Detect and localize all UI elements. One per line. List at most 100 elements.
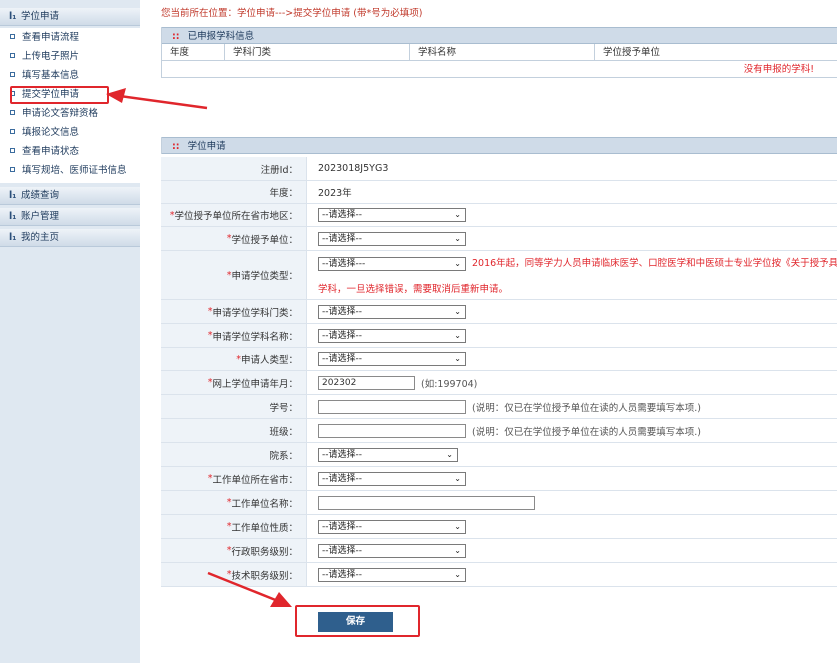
province-select[interactable]: --请选择-- ⌄ [318,208,466,222]
employer-name-input[interactable] [318,495,535,510]
degree-type-select[interactable]: --请选择--- ⌄ [318,257,466,271]
student-id-input[interactable] [318,399,466,414]
chevron-down-icon: ⌄ [454,259,461,268]
field-label: 院系： [161,443,307,466]
sidebar-item-defense-qualification[interactable]: 申请论文答辩资格 [10,106,98,121]
sidebar-group-grades[interactable]: l₁ 成绩查询 [0,187,140,205]
select-value: --请选择-- [322,233,362,244]
field-value: (说明：仅已在学位授予单位在读的人员需要填写本项.) [307,395,837,418]
field-label: * 工作单位所在省市： [161,467,307,490]
class-input[interactable] [318,423,466,438]
field-label-text: 工作单位名称： [231,498,298,510]
arrow-head-icon [270,592,292,607]
panel-title: :: 学位申请 [162,137,837,154]
bar-chart-icon: l₁ [9,190,17,201]
panel-title: :: 已申报学科信息 [162,27,837,44]
field-label: * 网上学位申请年月： [161,371,307,394]
field-value: --请选择-- ⌄ [307,539,837,562]
form-row: * 申请人类型： --请选择-- ⌄ [161,348,837,371]
sidebar-item-label: 填报论文信息 [22,127,80,138]
subject-category-select[interactable]: --请选择-- ⌄ [318,304,466,319]
square-bullet-icon [10,129,15,134]
application-form: 注册Id： 2023018J5YG3 年度： 2023年 * 学位授予单位所在省… [161,157,837,587]
form-row: * 技术职务级别： --请选择-- ⌄ [161,563,837,587]
sidebar-item-label: 申请论文答辩资格 [22,108,99,119]
bullet-icon: :: [172,141,180,152]
field-value: --请选择--- ⌄ 2016年起，同等学力人员申请临床医学、口腔医学和中医硕士专业… [307,251,837,299]
field-label-text: 行政职务级别： [231,546,298,558]
field-label-text: 班级： [269,426,298,438]
grantor-select[interactable]: --请选择-- ⌄ [318,231,466,246]
chevron-down-icon: ⌄ [454,473,461,483]
select-value: --请选择-- [322,330,362,341]
sidebar-item-basic-info[interactable]: 填写基本信息 [10,68,79,83]
column-header: 学科名称 [410,44,595,61]
column-header: 年度 [162,44,225,61]
sidebar-item-application-status[interactable]: 查看申请状态 [10,144,79,159]
department-select[interactable]: --请选择-- ⌄ [318,447,458,462]
form-row: * 工作单位所在省市： --请选择-- ⌄ [161,467,837,491]
field-line: --请选择--- ⌄ 2016年起，同等学力人员申请临床医学、口腔医学和中医硕士专业… [318,255,837,271]
sidebar-group-label: 学位申请 [21,11,60,22]
field-label: * 申请学位学科门类： [161,300,307,323]
field-value: --请选择-- ⌄ [307,467,837,490]
select-value: --请选择-- [322,210,362,220]
field-label-text: 工作单位所在省市： [212,474,298,486]
field-label-text: 注册Id： [260,164,298,176]
bar-chart-icon: l₁ [9,11,17,22]
field-label: 注册Id： [161,157,307,180]
admin-rank-select[interactable]: --请选择-- ⌄ [318,543,466,558]
square-bullet-icon [10,148,15,153]
breadcrumb: 您当前所在位置：学位申请--->提交学位申请 (带*号为必填项) [161,8,423,19]
form-row: 院系： --请选择-- ⌄ [161,443,837,467]
field-label-text: 学号： [269,402,298,414]
square-bullet-icon [10,167,15,172]
select-value: --请选择-- [322,521,362,532]
field-value: --请选择-- ⌄ [307,563,837,586]
sidebar-item-thesis-info[interactable]: 填报论文信息 [10,125,79,140]
field-value: --请选择-- ⌄ [307,348,837,370]
select-value: --请选择--- [322,259,366,269]
sidebar-item-label: 上传电子照片 [22,51,80,62]
sidebar-group-account[interactable]: l₁ 账户管理 [0,208,140,226]
field-value: (说明：仅已在学位授予单位在读的人员需要填写本项.) [307,419,837,442]
degree-type-note-line2: 学科，一旦选择错误，需要取消后重新申请。 [318,284,509,295]
square-bullet-icon [10,110,15,115]
form-row: * 工作单位名称： [161,491,837,515]
field-label: 班级： [161,419,307,442]
work-province-select[interactable]: --请选择-- ⌄ [318,471,466,486]
field-label: * 工作单位名称： [161,491,307,514]
form-row: * 申请学位学科名称： --请选择-- ⌄ [161,324,837,348]
technical-rank-select[interactable]: --请选择-- ⌄ [318,567,466,582]
sidebar-item-view-process[interactable]: 查看申请流程 [10,30,79,45]
field-label-text: 学位授予单位： [231,234,298,246]
field-value: --请选择-- ⌄ [307,443,837,466]
field-value: 202302 (如:199704) [307,371,837,394]
column-header: 学位授予单位 [603,47,661,58]
select-value: --请选择-- [322,473,362,484]
chevron-down-icon: ⌄ [454,233,461,243]
empty-message: 没有申报的学科! [743,64,814,75]
annotation-highlight-box [295,605,420,637]
sidebar-group-degree-application[interactable]: l₁ 学位申请 [0,8,140,26]
field-label: * 行政职务级别： [161,539,307,562]
square-bullet-icon [10,34,15,39]
applicant-type-select[interactable]: --请选择-- ⌄ [318,352,466,366]
chevron-down-icon: ⌄ [454,521,461,531]
form-row: * 工作单位性质： --请选择-- ⌄ [161,515,837,539]
field-label: * 申请人类型： [161,348,307,370]
field-label-text: 网上学位申请年月： [212,378,298,390]
field-label: * 申请学位学科名称： [161,324,307,347]
field-label-text: 申请人类型： [240,355,298,366]
field-label-text: 工作单位性质： [231,522,298,534]
sidebar-group-home[interactable]: l₁ 我的主页 [0,229,140,247]
sidebar-group-label: 我的主页 [21,232,60,243]
panel-title-text: 学位申请 [187,141,226,152]
sidebar-item-upload-photo[interactable]: 上传电子照片 [10,49,79,64]
application-month-input[interactable]: 202302 [318,375,415,390]
sidebar-item-certificates[interactable]: 填写规培、医师证书信息 [10,163,127,178]
bar-chart-icon: l₁ [9,211,17,222]
subject-name-select[interactable]: --请选择-- ⌄ [318,328,466,343]
employer-type-select[interactable]: --请选择-- ⌄ [318,519,466,534]
bullet-icon: :: [172,31,180,42]
